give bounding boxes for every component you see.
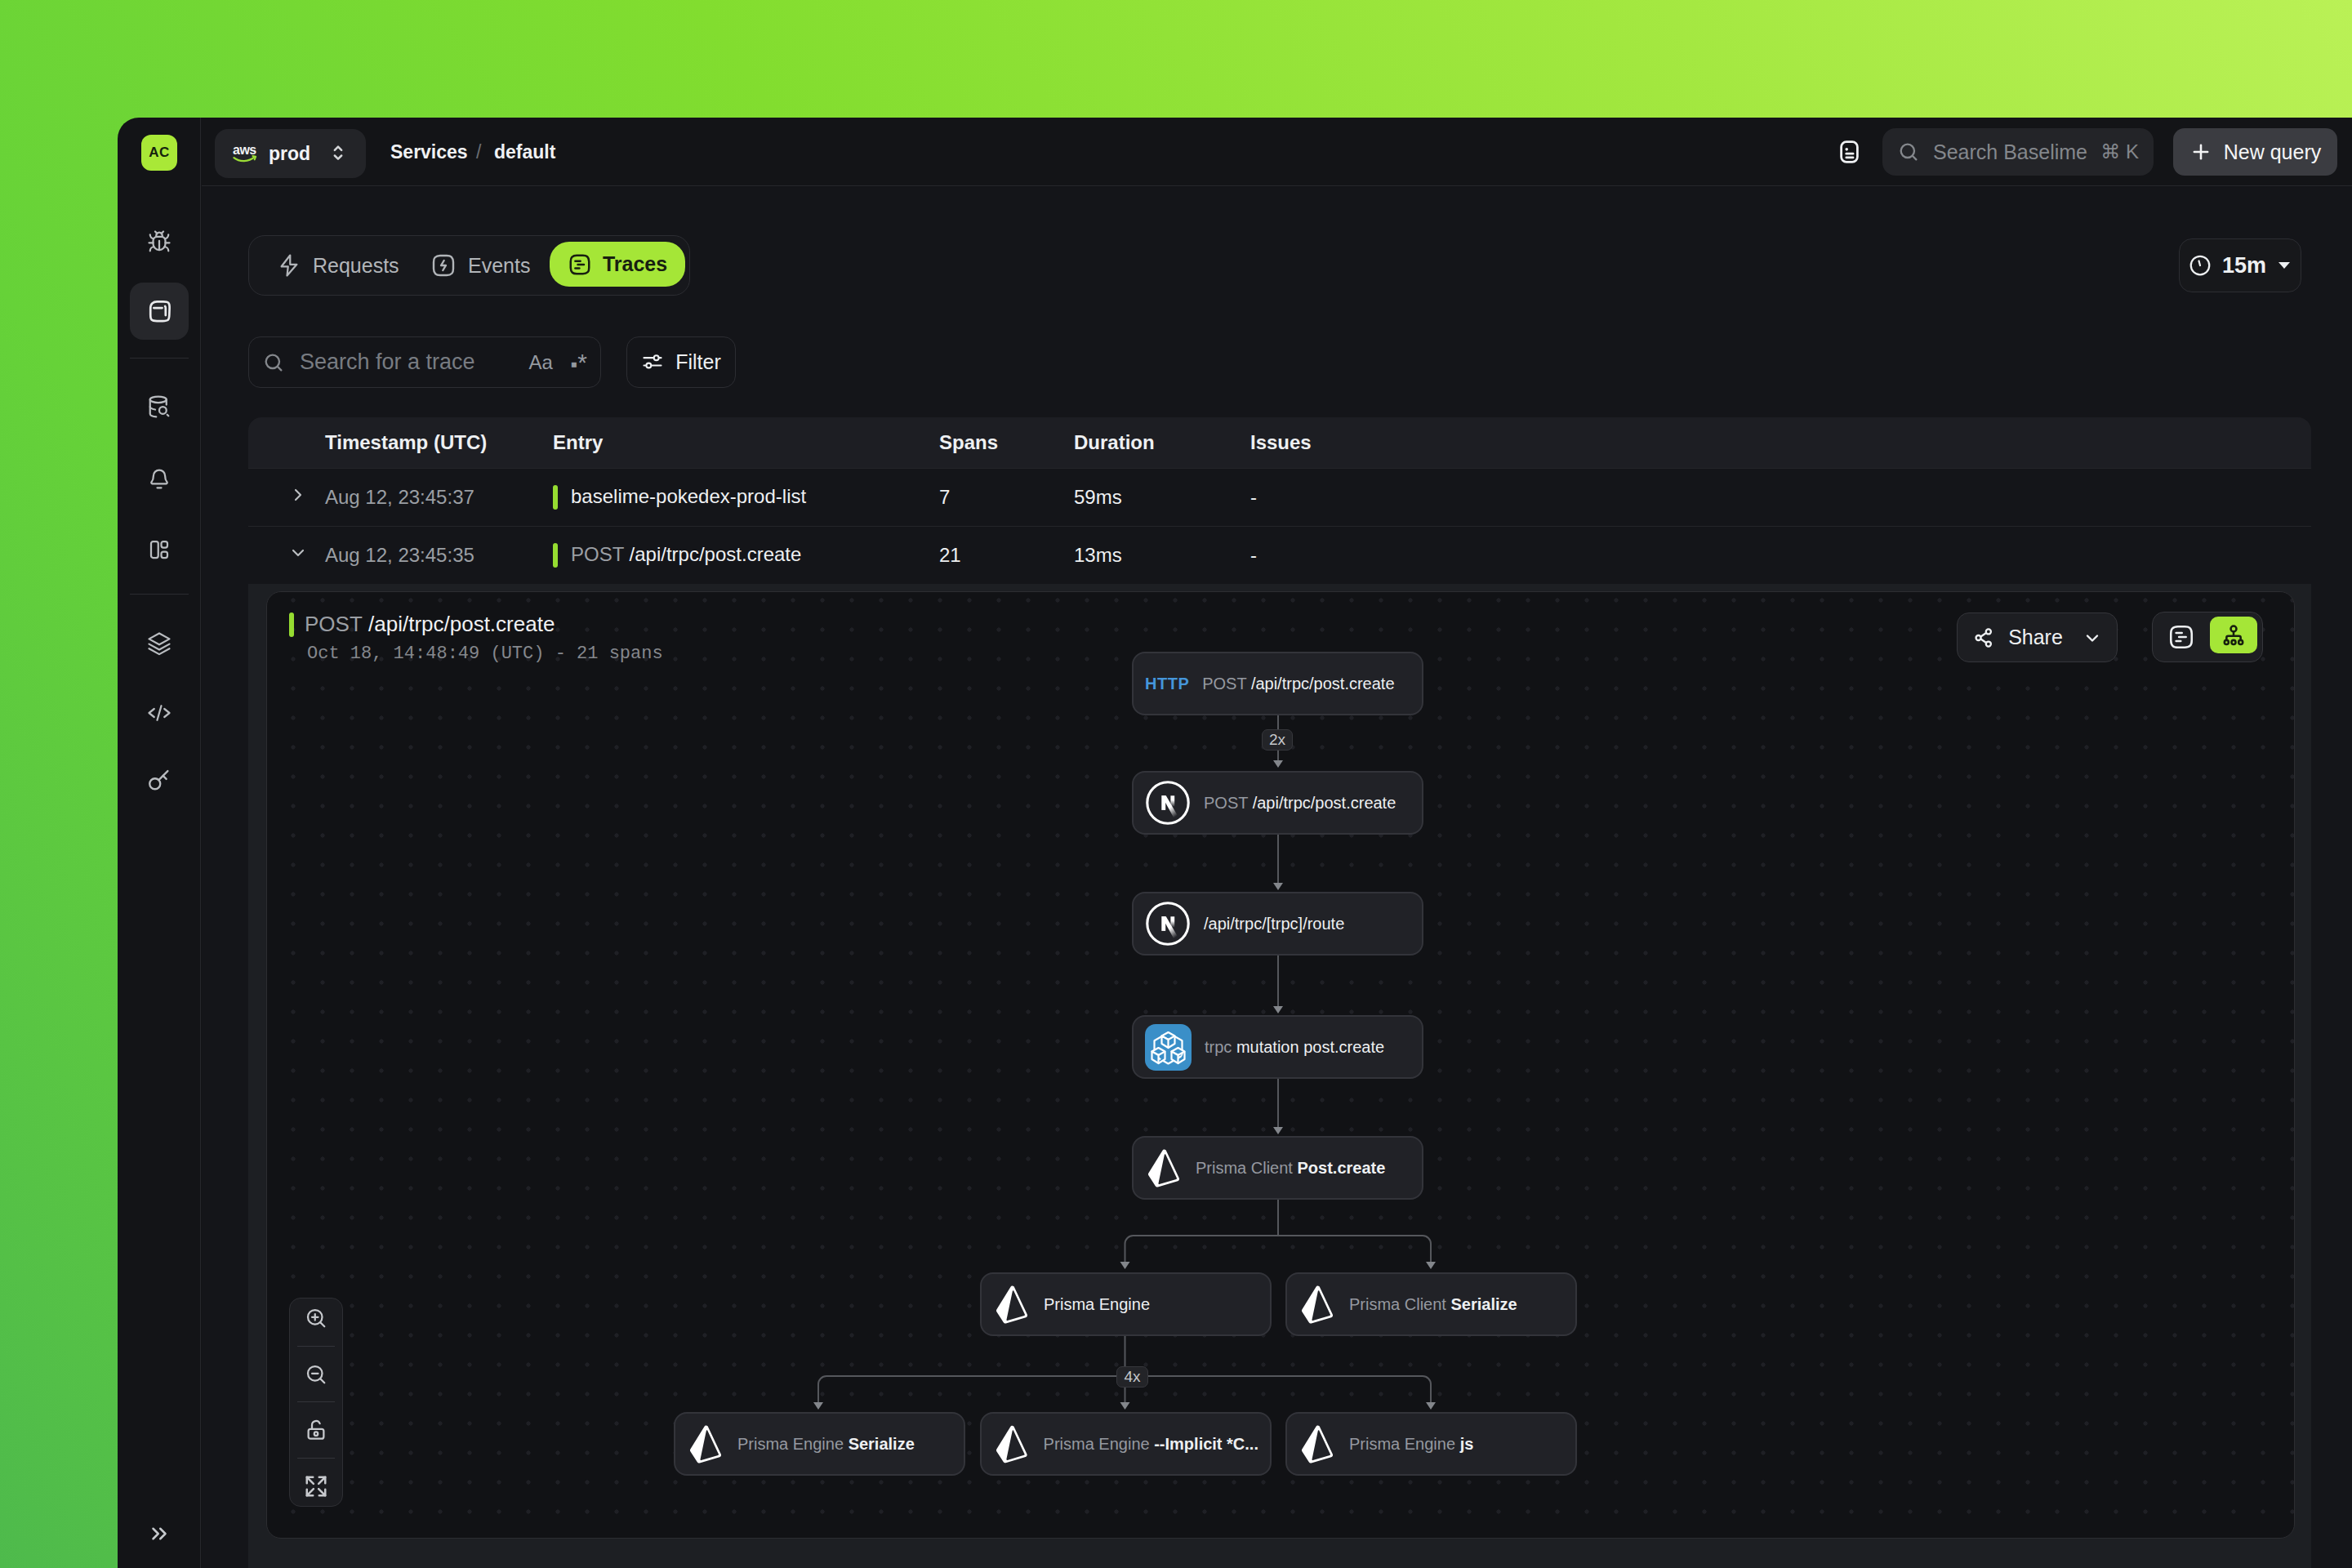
svg-text:aws: aws (233, 143, 256, 157)
